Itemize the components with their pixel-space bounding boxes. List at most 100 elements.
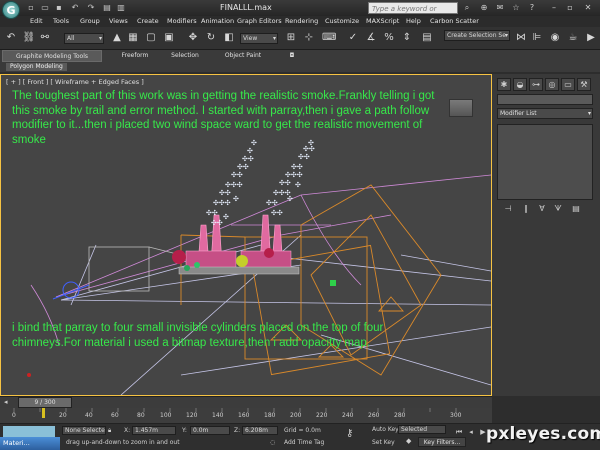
panel-polygon-modeling[interactable]: Polygon Modeling xyxy=(6,63,67,71)
pivot-center-icon[interactable]: ⊞ xyxy=(284,31,298,45)
key-filters-button[interactable]: Key Filters... xyxy=(418,437,466,447)
search-icon[interactable]: ⌕ xyxy=(461,2,473,14)
tab-object-paint[interactable]: Object Paint xyxy=(218,50,268,62)
viewcube[interactable] xyxy=(449,99,473,117)
y-coord-field[interactable]: 0.0m xyxy=(190,426,230,435)
set-key-button[interactable]: Set Key xyxy=(372,439,395,446)
lock-selection-icon[interactable]: 🔒︎ xyxy=(108,427,111,435)
select-manipulate-icon[interactable]: ⊹ xyxy=(302,31,316,45)
add-time-tag[interactable]: Add Time Tag xyxy=(284,439,324,446)
menu-modifiers[interactable]: Modifiers xyxy=(167,17,197,25)
tab-selection[interactable]: Selection xyxy=(160,50,210,62)
selected-dropdown[interactable]: Selected xyxy=(398,425,446,434)
display-tab-icon[interactable]: ▭ xyxy=(561,78,575,91)
utilities-tab-icon[interactable]: ⚒ xyxy=(577,78,591,91)
minimize-icon[interactable]: – xyxy=(548,2,560,14)
menu-customize[interactable]: Customize xyxy=(325,17,359,25)
menu-edit[interactable]: Edit xyxy=(30,17,43,25)
redo-icon[interactable]: ↷ xyxy=(86,3,96,13)
edit-named-selection-icon[interactable]: ▤ xyxy=(420,31,434,45)
selection-filter-dropdown[interactable]: All xyxy=(64,33,104,44)
maximize-icon[interactable]: ▫ xyxy=(564,2,576,14)
material-editor-icon[interactable]: ◉ xyxy=(548,31,562,45)
menu-tools[interactable]: Tools xyxy=(53,17,69,25)
select-object-icon[interactable]: ▲ xyxy=(110,31,124,45)
open-file-icon[interactable]: ▭ xyxy=(40,3,50,13)
object-name-field[interactable] xyxy=(497,94,593,105)
percent-snap-icon[interactable]: % xyxy=(382,31,396,45)
scale-icon[interactable]: ◧ xyxy=(222,31,236,45)
reference-coordinate-dropdown[interactable]: View xyxy=(240,33,278,44)
unlink-icon[interactable]: ⚯ xyxy=(38,31,52,45)
close-icon[interactable]: ✕ xyxy=(582,2,594,14)
previous-frame-icon[interactable]: ◂ xyxy=(4,398,8,406)
favorites-icon[interactable]: ☆ xyxy=(510,2,522,14)
snaps-toggle-icon[interactable]: ✓ xyxy=(346,31,360,45)
motion-tab-icon[interactable]: ◎ xyxy=(545,78,559,91)
create-tab-icon[interactable]: ✱ xyxy=(497,78,511,91)
tab-freeform[interactable]: Freeform xyxy=(110,50,160,62)
hierarchy-tab-icon[interactable]: ⊶ xyxy=(529,78,543,91)
fetch-icon[interactable]: ▥ xyxy=(116,3,126,13)
show-end-result-icon[interactable]: ∥ xyxy=(520,203,532,214)
keyboard-shortcut-icon[interactable]: ⌨ xyxy=(322,31,336,45)
menu-create[interactable]: Create xyxy=(137,17,159,25)
modifier-list-dropdown[interactable]: Modifier List xyxy=(497,108,593,119)
app-logo[interactable]: G xyxy=(2,1,20,19)
select-link-icon[interactable]: ⛓ xyxy=(22,31,36,45)
window-crossing-icon[interactable]: ▣ xyxy=(162,31,176,45)
spinner-snap-icon[interactable]: ⇕ xyxy=(400,31,414,45)
rotate-icon[interactable]: ↻ xyxy=(204,31,218,45)
menu-carbon-scatter[interactable]: Carbon Scatter xyxy=(430,17,479,25)
named-selection-dropdown[interactable]: Create Selection Se xyxy=(444,30,510,41)
time-slider-thumb[interactable]: 9 / 300 xyxy=(18,397,72,408)
make-unique-icon[interactable]: ∀ xyxy=(536,203,548,214)
track-bar[interactable]: 0 20 40 60 80 100 120 140 160 180 200 22… xyxy=(0,408,492,423)
time-slider[interactable]: ◂ 9 / 300 xyxy=(0,396,492,408)
modifier-stack[interactable] xyxy=(497,124,593,200)
maxscript-listener[interactable] xyxy=(3,426,55,437)
render-icon[interactable]: ▶ xyxy=(584,31,598,45)
menu-group[interactable]: Group xyxy=(80,17,100,25)
hold-icon[interactable]: ▤ xyxy=(102,3,112,13)
prev-frame-icon[interactable]: ◂ xyxy=(466,428,476,437)
time-tag-icon[interactable]: ◌ xyxy=(270,439,275,446)
viewport-front[interactable]: ✣✣ ✣✣✣ ✣✣ ✣✣✣ ✣✣ ✣✣ ✣✣ ✣ ✣ ✣✣ ✣ ✣ ✣✣ ✣✣✣ ✣✣ ✣✣✣ ✣✣ ✣… xyxy=(0,74,492,396)
menu-maxscript[interactable]: MAXScript xyxy=(366,17,399,25)
menu-rendering[interactable]: Rendering xyxy=(285,17,318,25)
tab-graphite-modeling-tools[interactable]: Graphite Modeling Tools xyxy=(2,50,102,62)
modify-tab-icon[interactable]: ◒ xyxy=(513,78,527,91)
help-icon[interactable]: ? xyxy=(526,2,538,14)
render-setup-icon[interactable]: ☕ xyxy=(566,31,580,45)
z-coord-field[interactable]: 6.208m xyxy=(242,426,278,435)
rectangular-selection-icon[interactable]: ▢ xyxy=(144,31,158,45)
goto-start-icon[interactable]: ⏮ xyxy=(454,428,464,437)
pin-stack-icon[interactable]: ⊣ xyxy=(502,203,514,214)
auto-key-button[interactable]: Auto Key xyxy=(372,426,399,433)
align-icon[interactable]: ⊫ xyxy=(530,31,544,45)
taskbar-material-editor[interactable]: Materi... xyxy=(0,437,60,450)
svg-text:✣✣: ✣✣ xyxy=(266,199,278,207)
mirror-icon[interactable]: ⋈ xyxy=(514,31,528,45)
new-file-icon[interactable]: ▫ xyxy=(26,3,36,13)
save-file-icon[interactable]: ▪ xyxy=(54,3,64,13)
subscription-icon[interactable]: ⊕ xyxy=(478,2,490,14)
search-input[interactable]: Type a keyword or phrase xyxy=(368,2,458,25)
menu-help[interactable]: Help xyxy=(406,17,421,25)
ribbon-options-icon[interactable]: ◘ xyxy=(286,50,298,62)
configure-modifier-sets-icon[interactable]: ▤ xyxy=(570,203,582,214)
select-by-name-icon[interactable]: ▦ xyxy=(126,31,140,45)
communication-center-icon[interactable]: ✉ xyxy=(494,2,506,14)
menu-graph-editors[interactable]: Graph Editors xyxy=(237,17,282,25)
undo-icon[interactable]: ↶ xyxy=(4,31,18,45)
angle-snap-icon[interactable]: ∡ xyxy=(364,31,378,45)
remove-modifier-icon[interactable]: ᗐ xyxy=(552,203,564,214)
key-mode-icon[interactable]: ⚷ xyxy=(346,428,353,439)
menu-animation[interactable]: Animation xyxy=(201,17,234,25)
move-icon[interactable]: ✥ xyxy=(186,31,200,45)
viewport-label[interactable]: [ + ] [ Front ] [ Wireframe + Edged Face… xyxy=(6,78,144,86)
x-coord-field[interactable]: 1.457m xyxy=(132,426,176,435)
set-key-icon[interactable]: ◆ xyxy=(406,437,411,445)
menu-views[interactable]: Views xyxy=(109,17,128,25)
undo-icon[interactable]: ↶ xyxy=(70,3,80,13)
